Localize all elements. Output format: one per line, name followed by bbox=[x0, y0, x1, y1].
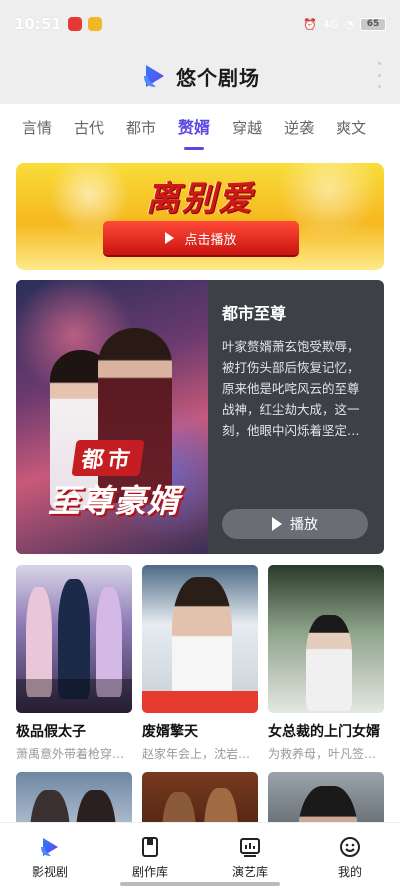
more-options-icon[interactable] bbox=[376, 62, 382, 88]
tab-yanqing[interactable]: 言情 bbox=[0, 104, 63, 152]
featured-play-button[interactable]: 播放 bbox=[222, 509, 368, 539]
play-logo-icon bbox=[41, 838, 58, 856]
poster-tag: 都市 bbox=[71, 440, 145, 476]
drama-poster[interactable] bbox=[268, 565, 384, 713]
drama-title: 极品假太子 bbox=[16, 724, 86, 740]
status-time: 10:51 bbox=[14, 15, 62, 33]
featured-drama-card[interactable]: 都市 至尊豪婿 都市至尊 叶家赘婿萧玄饱受欺辱，被打伤头部后恢复记忆，原来他是叱… bbox=[16, 280, 384, 554]
battery-icon: 65 bbox=[360, 17, 386, 31]
featured-poster[interactable]: 都市 至尊豪婿 bbox=[16, 280, 208, 554]
play-icon bbox=[272, 517, 282, 531]
drama-description: 萧禹意外带着枪穿越… bbox=[16, 747, 132, 761]
drama-poster[interactable] bbox=[16, 565, 132, 713]
poster-figure bbox=[172, 577, 232, 707]
banner-title: 离别爱 bbox=[146, 179, 254, 219]
netease-app-icon bbox=[67, 17, 82, 31]
nav-label: 演艺库 bbox=[231, 865, 268, 879]
nav-item-yingshiju[interactable]: 影视剧 bbox=[0, 823, 100, 889]
smile-icon bbox=[340, 837, 360, 857]
featured-description: 叶家赘婿萧玄饱受欺辱，被打伤头部后恢复记忆，原来他是叱咤风云的至尊战神，红尘劫大… bbox=[222, 339, 360, 438]
bottom-nav: 影视剧 剧作库 演艺库 我的 bbox=[0, 822, 400, 889]
category-tabs: 言情 古代 都市 赘婿 穿越 逆袭 爽文 bbox=[0, 104, 400, 152]
banner-play-label: 点击播放 bbox=[184, 232, 237, 248]
alarm-icon: ⏰ bbox=[303, 17, 317, 31]
app-title: 悠个剧场 bbox=[176, 65, 260, 90]
poster-title: 至尊豪婿 bbox=[47, 482, 180, 520]
tab-shuangwen[interactable]: 爽文 bbox=[325, 104, 377, 152]
tab-nixi[interactable]: 逆袭 bbox=[273, 104, 325, 152]
status-bar: 10:51 ⏰ 4G ◔ 65 bbox=[0, 0, 400, 48]
network-label: 4G bbox=[322, 17, 339, 31]
drama-title: 废婿擎天 bbox=[142, 724, 198, 740]
drama-card[interactable]: 极品假太子 萧禹意外带着枪穿越… bbox=[16, 565, 132, 762]
drama-title: 女总裁的上门女婿 bbox=[268, 724, 380, 740]
tab-gudai[interactable]: 古代 bbox=[63, 104, 115, 152]
wifi-icon: ◔ bbox=[344, 17, 354, 31]
tab-chuanyue[interactable]: 穿越 bbox=[221, 104, 273, 152]
promo-banner[interactable]: 离别爱 点击播放 bbox=[16, 163, 384, 270]
poster-figure bbox=[306, 615, 352, 711]
play-icon bbox=[165, 232, 175, 244]
nav-item-yanyiku[interactable]: 演艺库 bbox=[200, 823, 300, 889]
poster-caption-strip bbox=[16, 679, 132, 713]
featured-play-label: 播放 bbox=[290, 517, 318, 533]
title-bar: 悠个剧场 bbox=[0, 48, 400, 104]
drama-description: 为救养母，叶凡签… bbox=[268, 747, 377, 761]
tab-zhuixu[interactable]: 赘婿 bbox=[167, 104, 221, 152]
drama-description: 赵家年会上，沈岩… bbox=[142, 747, 251, 761]
nav-item-wode[interactable]: 我的 bbox=[300, 823, 400, 889]
nav-label: 我的 bbox=[337, 865, 362, 879]
nav-label: 剧作库 bbox=[131, 865, 168, 879]
game-app-icon bbox=[87, 17, 102, 31]
featured-title: 都市至尊 bbox=[222, 304, 287, 323]
poster-caption-strip bbox=[142, 691, 258, 713]
home-indicator bbox=[120, 882, 280, 886]
tab-dushi[interactable]: 都市 bbox=[115, 104, 167, 152]
script-icon bbox=[142, 837, 158, 857]
nav-item-juzuoku[interactable]: 剧作库 bbox=[100, 823, 200, 889]
nav-label: 影视剧 bbox=[31, 865, 68, 879]
app-logo-icon bbox=[144, 65, 164, 87]
drama-card[interactable]: 女总裁的上门女婿 为救养母，叶凡签… bbox=[268, 565, 384, 762]
drama-card[interactable]: 废婿擎天 赵家年会上，沈岩… bbox=[142, 565, 258, 762]
chart-icon bbox=[240, 838, 260, 857]
banner-play-button[interactable]: 点击播放 bbox=[103, 221, 299, 255]
drama-poster[interactable] bbox=[142, 565, 258, 713]
